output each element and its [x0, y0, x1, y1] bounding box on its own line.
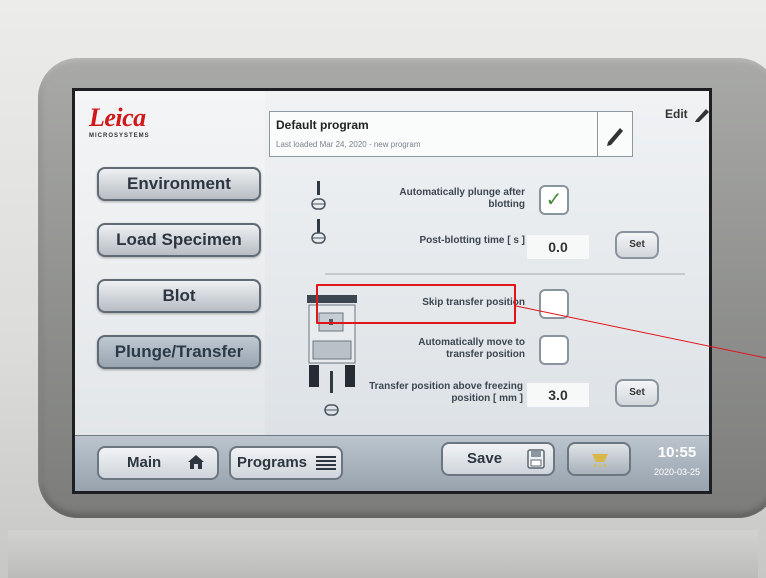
annotation-pointer-line [515, 305, 766, 359]
